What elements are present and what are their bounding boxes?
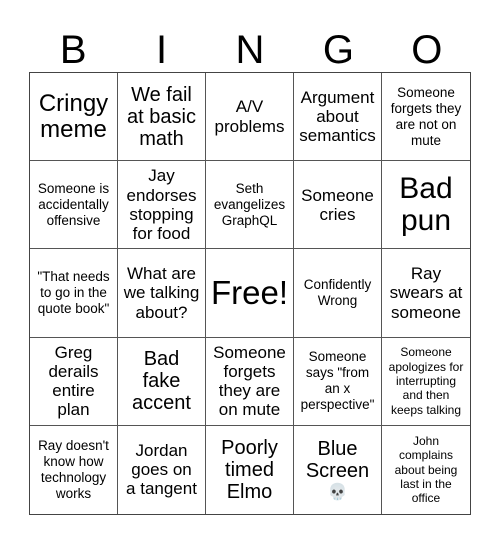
free-space-cell[interactable]: Free! [206,249,294,338]
cell-text: Ray swears at someone [389,264,463,322]
bingo-cell[interactable]: Cringy meme [30,73,118,162]
bingo-cell[interactable]: Someone forgets they are on mute [206,337,294,426]
header-letter-o: O [411,28,443,72]
cell-text: Jordan goes on a tangent [126,441,197,499]
bingo-cell[interactable]: Seth evangelizes GraphQL [206,161,294,250]
cell-text: Blue Screen [305,438,370,483]
cell-text: Poorly timed Elmo [221,436,278,503]
cell-text: Someone cries [301,185,374,224]
cell-text: A/V problems [214,97,285,136]
cell-text: Jay endorses stopping for food [126,166,197,243]
cell-text: John complains about being last in the o… [394,433,458,506]
bingo-cell[interactable]: A/V problems [206,73,294,162]
cell-text: We fail at basic math [127,83,196,150]
cell-text: Seth evangelizes GraphQL [213,180,286,228]
cell-text: Someone forgets they are not on mute [390,84,462,148]
cell-text: "That needs to go in the quote book" [37,269,110,316]
cell-text: Greg derails entire plan [48,342,99,420]
header-letter-b: B [59,28,87,72]
bingo-cell[interactable]: Confidently Wrong [294,249,382,338]
bingo-cell[interactable]: Jordan goes on a tangent [118,425,206,514]
cell-text: Ray doesn't know how technology works [38,438,109,501]
cell-text: Someone says "from an x perspective" [300,349,375,413]
bingo-cell[interactable]: Bad pun [382,161,470,250]
cell-text: Someone forgets they are on mute [213,342,286,420]
cell-text: Bad fake accent [132,348,191,415]
bingo-cell[interactable]: Ray swears at someone [382,249,470,338]
bingo-cell[interactable]: Poorly timed Elmo [206,425,294,514]
header-letter-g: G [322,28,354,72]
cell-text: Bad pun [399,172,453,237]
cell-text: Cringy meme [38,89,109,143]
cell-text: Argument about semantics [299,87,376,146]
bingo-cell[interactable]: Bad fake accent [118,337,206,426]
header-letter-n: N [235,28,265,72]
cell-text: Someone is accidentally offensive [37,180,110,228]
bingo-cell[interactable]: Someone forgets they are not on mute [382,73,470,162]
bingo-cell[interactable]: Jay endorses stopping for food [118,161,206,250]
bingo-cell[interactable]: Someone apologizes for interrupting and … [382,338,470,426]
bingo-cell[interactable]: We fail at basic math [118,73,206,162]
cell-text: Someone apologizes for interrupting and … [388,345,464,417]
free-space-text: Free! [210,273,289,311]
bingo-cell[interactable]: What are we talking about? [118,249,206,338]
bingo-cell[interactable]: Ray doesn't know how technology works [30,425,118,514]
bingo-header: B I N G O [29,28,471,72]
bingo-cell[interactable]: Someone cries [294,161,382,250]
bingo-cell[interactable]: Greg derails entire plan [30,337,118,426]
bingo-cell[interactable]: John complains about being last in the o… [382,426,470,514]
bingo-cell[interactable]: Someone says "from an x perspective" [294,337,382,426]
bingo-cell[interactable]: Argument about semantics [294,73,382,162]
bingo-cell[interactable]: "That needs to go in the quote book" [30,249,118,338]
bingo-cell[interactable]: Blue Screen 💀 [294,425,382,514]
header-letter-i: I [156,28,168,72]
cell-text: Confidently Wrong [303,277,372,308]
cell-text: What are we talking about? [123,264,200,322]
bingo-grid: Cringy meme We fail at basic math A/V pr… [29,72,471,515]
skull-icon: 💀 [327,484,348,502]
bingo-cell[interactable]: Someone is accidentally offensive [30,161,118,250]
